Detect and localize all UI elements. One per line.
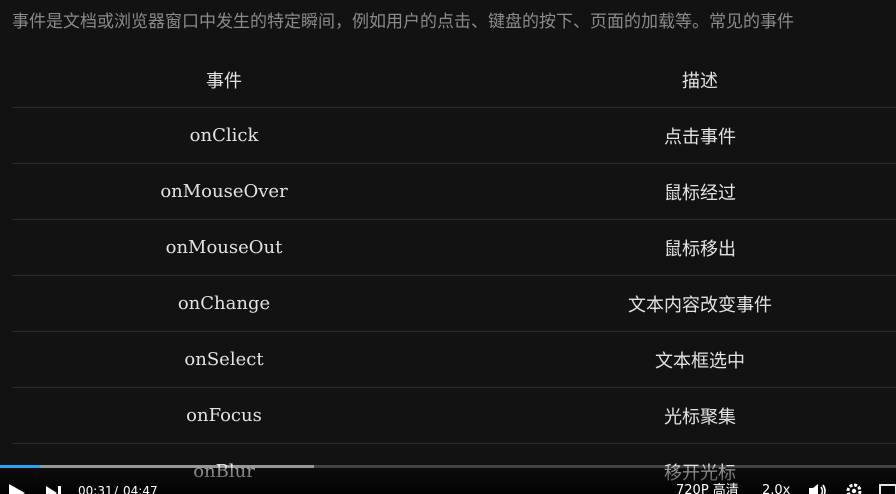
video-frame: 事件是文档或浏览器窗口中发生的特定瞬间，例如用户的点击、键盘的按下、页面的加载等… bbox=[0, 0, 896, 494]
event-name: onFocus bbox=[186, 405, 262, 426]
header-description: 描述 bbox=[682, 70, 718, 92]
next-icon[interactable] bbox=[46, 486, 62, 494]
play-icon[interactable] bbox=[9, 484, 25, 494]
volume-icon[interactable] bbox=[808, 483, 828, 494]
table-row: onMouseOut 鼠标移出 bbox=[12, 220, 896, 276]
table-row: onFocus 光标聚集 bbox=[12, 388, 896, 444]
quality-button[interactable]: 720P 高清 bbox=[676, 484, 739, 494]
progress-buffered bbox=[0, 465, 314, 468]
event-description: 鼠标经过 bbox=[664, 182, 736, 204]
event-description: 文本框选中 bbox=[655, 350, 745, 372]
table-row: onChange 文本内容改变事件 bbox=[12, 276, 896, 332]
intro-text: 事件是文档或浏览器窗口中发生的特定瞬间，例如用户的点击、键盘的按下、页面的加载等… bbox=[12, 12, 794, 32]
table-header-row: 事件 描述 bbox=[12, 52, 896, 108]
event-name: onMouseOut bbox=[165, 237, 283, 258]
time-separator: / bbox=[114, 484, 119, 494]
event-name: onSelect bbox=[184, 349, 264, 370]
table-row: onSelect 文本框选中 bbox=[12, 332, 896, 388]
event-name: onChange bbox=[177, 293, 271, 314]
settings-icon[interactable] bbox=[844, 483, 864, 494]
event-description: 光标聚集 bbox=[664, 406, 736, 428]
event-description: 鼠标移出 bbox=[664, 238, 736, 260]
progress-played bbox=[0, 465, 41, 468]
speed-button[interactable]: 2.0x bbox=[762, 484, 790, 494]
duration: 04:47 bbox=[123, 484, 158, 494]
fullscreen-icon[interactable] bbox=[878, 483, 896, 494]
current-time: 00:31 bbox=[78, 484, 113, 494]
header-event: 事件 bbox=[206, 70, 242, 92]
event-name: onClick bbox=[189, 125, 259, 146]
event-description: 点击事件 bbox=[664, 126, 736, 148]
event-description: 文本内容改变事件 bbox=[628, 294, 772, 316]
table-row: onMouseOver 鼠标经过 bbox=[12, 164, 896, 220]
table-row: onClick 点击事件 bbox=[12, 108, 896, 164]
progress-bar[interactable] bbox=[0, 465, 896, 468]
events-table: 事件 描述 onClick 点击事件 onMouseOver 鼠标经过 onMo… bbox=[12, 52, 896, 494]
event-name: onMouseOver bbox=[160, 181, 288, 202]
